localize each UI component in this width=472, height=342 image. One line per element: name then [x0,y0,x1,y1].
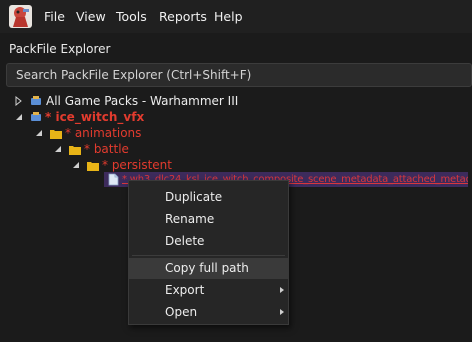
menu-item-duplicate[interactable]: Duplicate [129,187,288,208]
context-menu: Duplicate Rename Delete Copy full path E… [128,180,289,325]
menu-help[interactable]: Help [212,9,245,24]
app-logo-icon [9,5,32,28]
pack-icon [30,96,42,106]
menu-item-export-label: Export [165,283,205,297]
tree-label-animations: * animations [65,126,142,140]
menu-bar: File View Tools Reports Help [0,0,472,33]
menu-item-rename[interactable]: Rename [129,209,288,230]
menu-item-open[interactable]: Open [129,302,288,323]
pack-icon [30,112,42,122]
tree-row-battle[interactable]: * battle [53,141,129,157]
collapse-arrow-icon[interactable] [34,128,44,138]
tree-label-persistent: * persistent [102,158,172,172]
collapse-arrow-icon[interactable] [14,112,24,122]
expand-arrow-icon[interactable] [14,96,24,106]
collapse-arrow-icon[interactable] [71,160,81,170]
menu-separator [132,255,285,256]
collapse-arrow-icon[interactable] [53,144,63,154]
menu-reports[interactable]: Reports [157,9,209,24]
menu-file[interactable]: File [42,9,67,24]
folder-icon [87,160,99,171]
tree-row-pack[interactable]: * ice_witch_vfx [14,109,144,125]
menu-tools[interactable]: Tools [114,9,149,24]
menu-item-delete[interactable]: Delete [129,231,288,252]
file-icon [108,173,119,189]
menu-item-copy-full-path[interactable]: Copy full path [129,258,288,279]
search-input[interactable] [6,63,472,87]
panel-title: PackFile Explorer [9,42,111,56]
tree-label-pack: * ice_witch_vfx [45,110,145,124]
submenu-arrow-icon [280,287,284,293]
tree-label-game-packs: All Game Packs - Warhammer III [46,94,239,108]
menu-view[interactable]: View [74,9,108,24]
submenu-arrow-icon [280,309,284,315]
menu-item-open-label: Open [165,305,198,319]
menu-item-export[interactable]: Export [129,280,288,301]
tree-row-game-packs[interactable]: All Game Packs - Warhammer III [14,93,238,109]
tree-row-animations[interactable]: * animations [34,125,141,141]
tree-label-battle: * battle [84,142,129,156]
folder-icon [69,144,81,155]
folder-icon [50,128,62,139]
tree-row-persistent[interactable]: * persistent [71,157,172,173]
